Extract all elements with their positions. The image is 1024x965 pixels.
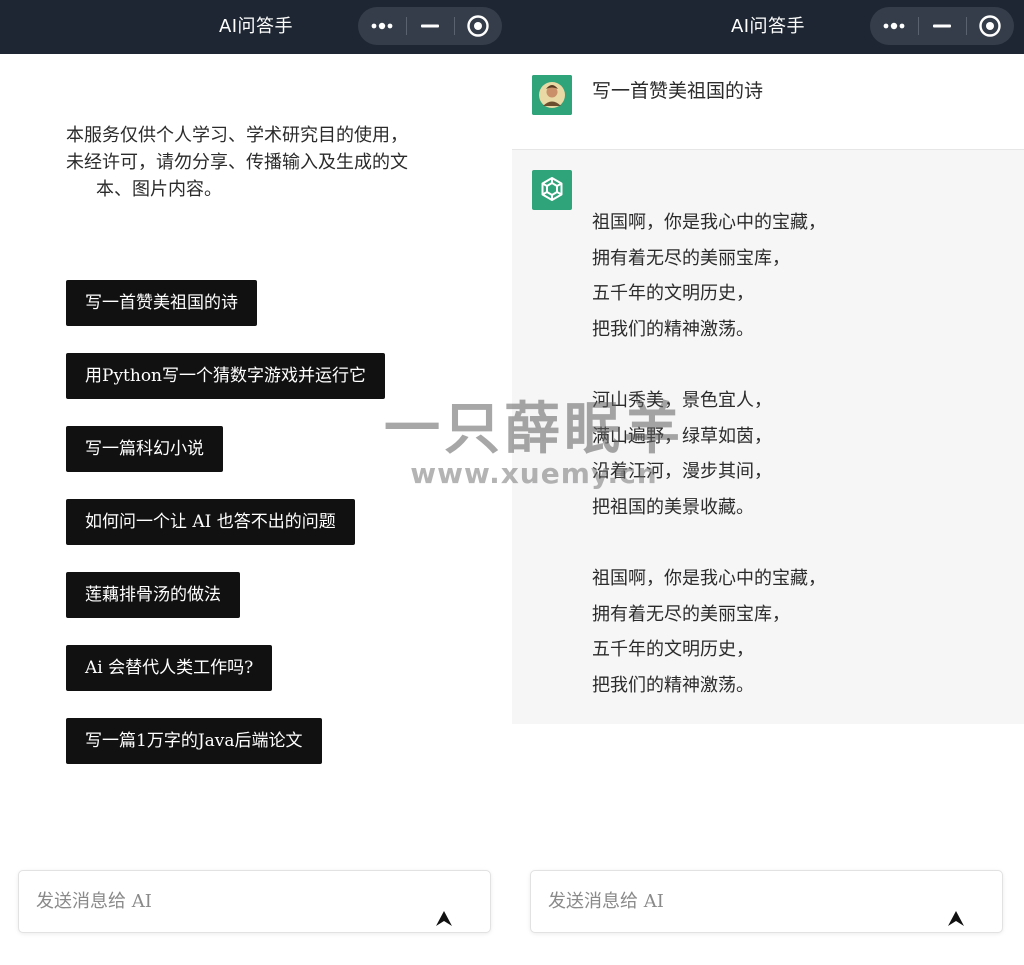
- message-input-box: [18, 870, 491, 933]
- notice-line: 本、图片内容。: [96, 179, 222, 200]
- left-chat-window: AI问答手 本服务仅供个人学习、学术研究目的使用， 未经许可，请勿分享、传播输入…: [0, 0, 512, 965]
- ai-message-row: 祖国啊，你是我心中的宝藏， 拥有着无尽的美丽宝库， 五千年的文明历史， 把我们的…: [512, 149, 1024, 724]
- title-bar: AI问答手: [0, 0, 512, 54]
- poem-line: 五千年的文明历史，: [592, 639, 754, 661]
- prompt-button[interactable]: Ai 会替代人类工作吗?: [66, 645, 273, 691]
- message-input-box: [530, 870, 1003, 933]
- more-button[interactable]: [358, 7, 406, 45]
- message-input[interactable]: [531, 871, 931, 932]
- poem-line: [592, 525, 826, 561]
- poem-line: 把祖国的美景收藏。: [592, 496, 754, 518]
- poem-line: 拥有着无尽的美丽宝库，: [592, 603, 790, 625]
- target-circle-icon: [979, 15, 1001, 37]
- poem-line: 祖国啊，你是我心中的宝藏，: [592, 212, 826, 233]
- more-button[interactable]: [870, 7, 918, 45]
- poem-line: [592, 347, 826, 383]
- poem-line: 河山秀美，景色宜人，: [592, 389, 772, 411]
- send-arrow-icon[interactable]: [431, 905, 457, 931]
- minimize-button[interactable]: [918, 7, 966, 45]
- poem-line: 祖国啊，你是我心中的宝藏，: [592, 567, 826, 589]
- user-message-row: 写一首赞美祖国的诗: [512, 54, 1024, 149]
- ai-avatar: [532, 170, 572, 210]
- prompt-button[interactable]: 用Python写一个猜数字游戏并运行它: [66, 353, 386, 399]
- prompt-button[interactable]: 写一篇1万字的Java后端论文: [66, 718, 322, 764]
- window-capsule: [358, 7, 502, 45]
- close-button[interactable]: [966, 7, 1014, 45]
- poem-line: 把我们的精神激荡。: [592, 674, 754, 696]
- window-capsule: [870, 7, 1014, 45]
- minimize-icon: [421, 24, 439, 28]
- more-dots-icon: [371, 22, 393, 30]
- close-button[interactable]: [454, 7, 502, 45]
- send-arrow-icon[interactable]: [943, 905, 969, 931]
- poem-line: 满山遍野，绿草如茵，: [592, 425, 772, 447]
- minimize-icon: [933, 24, 951, 28]
- openai-logo-icon: [541, 177, 563, 201]
- minimize-button[interactable]: [406, 7, 454, 45]
- message-input[interactable]: [19, 871, 419, 932]
- prompt-button[interactable]: 莲藕排骨汤的做法: [66, 572, 240, 618]
- title-bar: AI问答手: [512, 0, 1024, 54]
- usage-notice: 本服务仅供个人学习、学术研究目的使用， 未经许可，请勿分享、传播输入及生成的文 …: [66, 122, 456, 203]
- right-chat-window: AI问答手 写一首赞美祖国的诗 祖国啊，你是我心中的宝藏， 拥有着无尽的美丽宝库…: [512, 0, 1024, 965]
- notice-line: 未经许可，请勿分享、传播输入及生成的文: [66, 152, 408, 173]
- user-avatar-icon: [532, 75, 572, 115]
- poem-line: 把我们的精神激荡。: [592, 318, 754, 340]
- notice-line: 本服务仅供个人学习、学术研究目的使用，: [66, 125, 408, 146]
- prompt-button[interactable]: 写一篇科幻小说: [66, 426, 223, 472]
- more-dots-icon: [883, 22, 905, 30]
- poem-line: 拥有着无尽的美丽宝库，: [592, 247, 790, 269]
- prompt-button[interactable]: 写一首赞美祖国的诗: [66, 280, 257, 326]
- user-message-text: 写一首赞美祖国的诗: [592, 80, 764, 102]
- user-avatar: [532, 75, 572, 115]
- poem-line: 五千年的文明历史，: [592, 283, 754, 305]
- target-circle-icon: [467, 15, 489, 37]
- prompt-button[interactable]: 如何问一个让 AI 也答不出的问题: [66, 499, 355, 545]
- poem-line: 沿着江河，漫步其间，: [592, 461, 772, 483]
- ai-message-text: 祖国啊，你是我心中的宝藏， 拥有着无尽的美丽宝库， 五千年的文明历史， 把我们的…: [592, 205, 826, 703]
